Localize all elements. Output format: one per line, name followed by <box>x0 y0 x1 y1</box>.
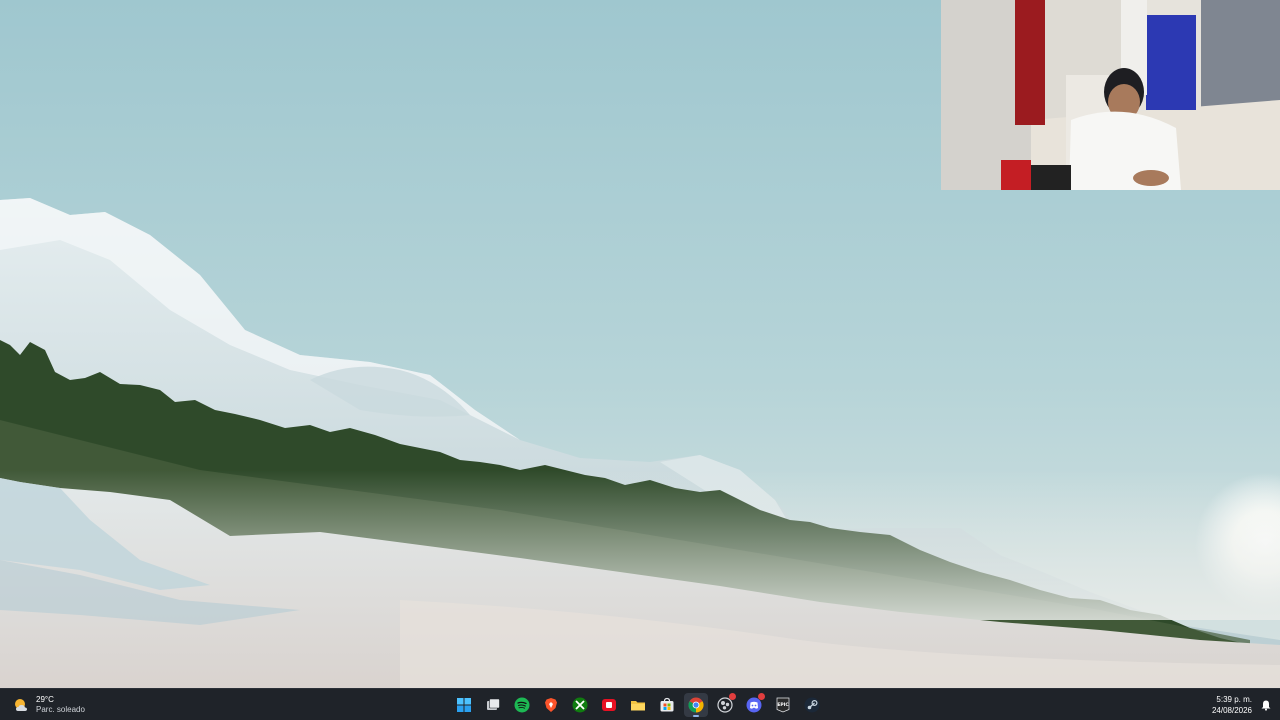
epic-games-label: EPIC <box>777 702 789 708</box>
obs-recording-badge <box>729 693 736 700</box>
taskbar-apps: EPIC <box>452 692 824 718</box>
weather-condition: Parc. soleado <box>36 705 85 714</box>
file-explorer-button[interactable] <box>626 693 650 717</box>
task-view-icon <box>487 698 500 710</box>
partly-sunny-icon <box>15 699 27 711</box>
chrome-button[interactable] <box>684 693 708 717</box>
notification-bell-icon[interactable] <box>1260 699 1272 711</box>
obs-button[interactable] <box>713 693 737 717</box>
windows-logo-icon <box>457 698 471 712</box>
epic-games-icon: EPIC <box>776 697 789 713</box>
spotify-icon <box>514 697 530 713</box>
webcam-overlay <box>941 0 1280 190</box>
steam-button[interactable] <box>800 693 824 717</box>
clock-time: 5:39 p. m. <box>1216 695 1252 704</box>
xbox-icon <box>572 697 588 713</box>
taskbar: 29°C Parc. soleado EPIC 5:39 p. m. 24/08… <box>0 688 1280 720</box>
discord-notification-badge <box>758 693 765 700</box>
spotify-button[interactable] <box>510 693 534 717</box>
task-view-button[interactable] <box>481 693 505 717</box>
weather-widget[interactable]: 29°C Parc. soleado <box>12 693 85 717</box>
system-clock[interactable]: 5:39 p. m. 24/08/2026 <box>1212 694 1252 716</box>
brave-button[interactable] <box>539 693 563 717</box>
store-icon <box>660 697 674 712</box>
folder-icon <box>631 701 645 711</box>
desktop[interactable] <box>0 0 1280 688</box>
steam-icon <box>804 697 820 713</box>
epic-games-button[interactable]: EPIC <box>771 693 795 717</box>
clock-date: 24/08/2026 <box>1211 706 1252 715</box>
xbox-button[interactable] <box>568 693 592 717</box>
start-button[interactable] <box>452 693 476 717</box>
brave-icon <box>545 698 557 712</box>
webcam-feed <box>941 0 1280 190</box>
weather-temperature: 29°C <box>36 695 54 704</box>
store-button[interactable] <box>655 693 679 717</box>
discord-button[interactable] <box>742 693 766 717</box>
red-app-button[interactable] <box>597 693 621 717</box>
red-app-icon <box>602 699 616 711</box>
chrome-icon <box>688 697 704 713</box>
